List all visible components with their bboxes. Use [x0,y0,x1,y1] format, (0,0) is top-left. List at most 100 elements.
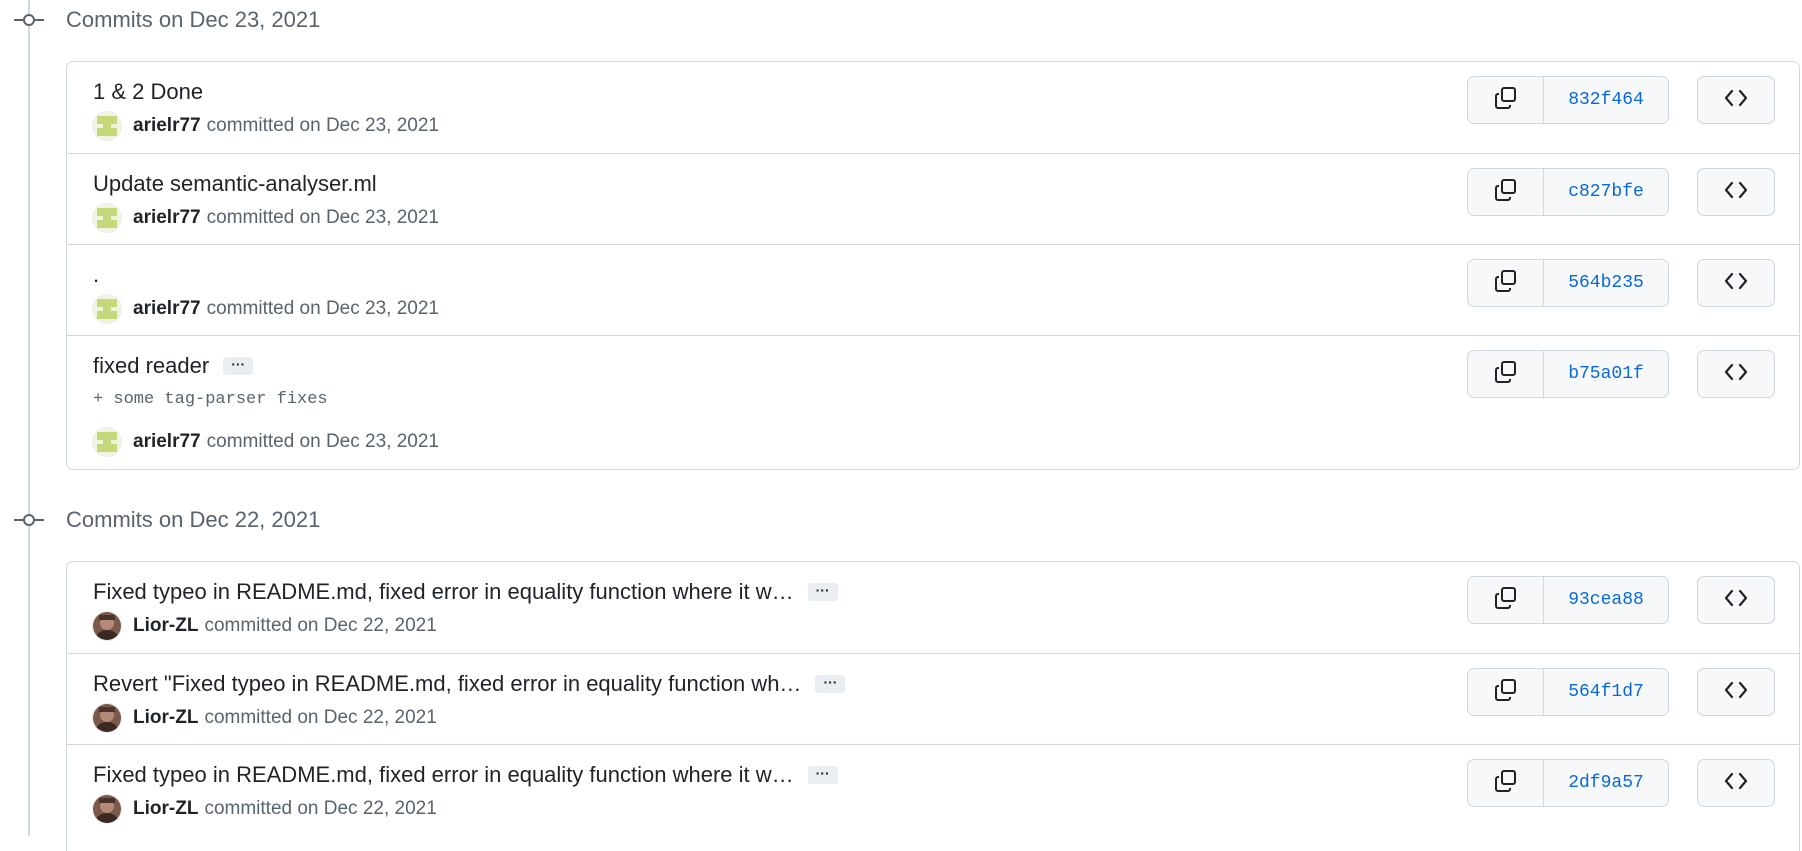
expand-message-button[interactable]: ··· [223,357,254,375]
copy-icon [1494,586,1518,615]
code-icon [1724,362,1748,387]
copy-icon [1494,178,1518,207]
commit-list: 1 & 2 Done arielr77 committed on Dec 23,… [66,61,1800,470]
commit-sha-button-group: 564b235 [1467,259,1669,307]
commit-row: . arielr77 committed on Dec 23, 2021 564… [67,244,1799,335]
commit-group-title: Commits on Dec 22, 2021 [66,507,321,532]
commit-title[interactable]: Fixed typeo in README.md, fixed error in… [93,762,838,788]
commit-sha-button-group: 2df9a57 [1467,759,1669,807]
commit-date-text: committed on Dec 22, 2021 [204,707,437,728]
commit-title[interactable]: Update semantic-analyser.ml [93,171,377,197]
avatar[interactable] [93,295,121,323]
commit-author-link[interactable]: Lior-ZL [133,707,198,729]
commit-sha-link[interactable]: 832f464 [1544,77,1668,123]
commit-list: Fixed typeo in README.md, fixed error in… [66,561,1800,851]
code-icon [1724,680,1748,705]
code-icon [1724,271,1748,296]
commit-description: + some tag-parser fixes [93,390,328,409]
commit-author-link[interactable]: arielr77 [133,298,201,320]
commit-date-text: committed on Dec 23, 2021 [206,298,439,319]
commit-message-link[interactable]: fixed reader [93,353,209,379]
commit-author-link[interactable]: Lior-ZL [133,615,198,637]
browse-repository-button[interactable] [1697,259,1775,307]
commit-group-title: Commits on Dec 23, 2021 [66,7,321,32]
commit-message-link[interactable]: 1 & 2 Done [93,79,203,105]
commit-date-text: committed on Dec 23, 2021 [206,115,439,136]
commit-author-link[interactable]: arielr77 [133,207,201,229]
browse-repository-button[interactable] [1697,350,1775,398]
commit-sha-button-group: 832f464 [1467,76,1669,124]
commit-row: Update semantic-analyser.ml arielr77 com… [67,153,1799,244]
expand-message-button[interactable]: ··· [807,766,838,784]
commit-sha-button-group: 564f1d7 [1467,668,1669,716]
commit-title[interactable]: Fixed typeo in README.md, fixed error in… [93,579,838,605]
commit-author-link[interactable]: arielr77 [133,115,201,137]
copy-sha-button[interactable] [1468,260,1544,306]
code-icon [1724,180,1748,205]
commit-sha-link[interactable]: 564b235 [1544,260,1668,306]
browse-repository-button[interactable] [1697,76,1775,124]
copy-icon [1494,769,1518,798]
commit-date-text: committed on Dec 23, 2021 [206,431,439,452]
commit-sha-link[interactable]: 2df9a57 [1544,760,1668,806]
code-icon [1724,771,1748,796]
avatar[interactable] [93,428,121,456]
commit-meta: Lior-ZL committed on Dec 22, 2021 [93,704,437,732]
commit-message-link[interactable]: . [93,262,99,288]
commit-meta: arielr77 committed on Dec 23, 2021 [93,204,439,232]
avatar[interactable] [93,795,121,823]
commit-meta: arielr77 committed on Dec 23, 2021 [93,295,439,323]
avatar[interactable] [93,704,121,732]
timeline-line [28,0,30,836]
browse-repository-button[interactable] [1697,759,1775,807]
commit-message-link[interactable]: Fixed typeo in README.md, fixed error in… [93,762,794,788]
git-commit-icon [14,510,44,530]
browse-repository-button[interactable] [1697,576,1775,624]
commit-meta: arielr77 committed on Dec 23, 2021 [93,112,439,140]
commit-title[interactable]: 1 & 2 Done [93,79,203,105]
commit-group-header: Commits on Dec 23, 2021 [14,0,320,40]
expand-message-button[interactable]: ··· [807,583,838,601]
avatar[interactable] [93,204,121,232]
commit-sha-link[interactable]: 564f1d7 [1544,669,1668,715]
commit-group-header: Commits on Dec 22, 2021 [14,500,320,540]
copy-sha-button[interactable] [1468,77,1544,123]
commit-sha-button-group: c827bfe [1467,168,1669,216]
browse-repository-button[interactable] [1697,668,1775,716]
avatar[interactable] [93,612,121,640]
copy-sha-button[interactable] [1468,577,1544,623]
commit-message-link[interactable]: Fixed typeo in README.md, fixed error in… [93,579,794,605]
commit-sha-button-group: 93cea88 [1467,576,1669,624]
commit-date-text: committed on Dec 22, 2021 [204,798,437,819]
commit-author-link[interactable]: arielr77 [133,431,201,453]
commit-title[interactable]: . [93,262,99,288]
commit-row: 1 & 2 Done arielr77 committed on Dec 23,… [67,62,1799,153]
commit-sha-link[interactable]: 93cea88 [1544,577,1668,623]
commit-row: Fixed typeo in README.md, fixed error in… [67,562,1799,653]
code-icon [1724,588,1748,613]
commit-meta: Lior-ZL committed on Dec 22, 2021 [93,612,437,640]
copy-sha-button[interactable] [1468,669,1544,715]
commit-title[interactable]: Revert "Fixed typeo in README.md, fixed … [93,671,846,697]
commit-sha-link[interactable]: c827bfe [1544,169,1668,215]
copy-sha-button[interactable] [1468,760,1544,806]
expand-message-button[interactable]: ··· [815,675,846,693]
copy-icon [1494,678,1518,707]
copy-icon [1494,360,1518,389]
commit-title[interactable]: fixed reader ··· [93,353,254,379]
commit-row: Revert "Fixed typeo in README.md, fixed … [67,653,1799,744]
commit-sha-button-group: b75a01f [1467,350,1669,398]
copy-sha-button[interactable] [1468,169,1544,215]
commit-message-link[interactable]: Update semantic-analyser.ml [93,171,377,197]
commit-row: Fixed typeo in README.md, fixed error in… [67,744,1799,835]
browse-repository-button[interactable] [1697,168,1775,216]
commit-author-link[interactable]: Lior-ZL [133,798,198,820]
commit-sha-link[interactable]: b75a01f [1544,351,1668,397]
commit-meta: Lior-ZL committed on Dec 22, 2021 [93,795,437,823]
commit-meta: arielr77 committed on Dec 23, 2021 [93,428,439,456]
commit-date-text: committed on Dec 22, 2021 [204,615,437,636]
avatar[interactable] [93,112,121,140]
commit-message-link[interactable]: Revert "Fixed typeo in README.md, fixed … [93,671,801,697]
commit-date-text: committed on Dec 23, 2021 [206,207,439,228]
copy-sha-button[interactable] [1468,351,1544,397]
